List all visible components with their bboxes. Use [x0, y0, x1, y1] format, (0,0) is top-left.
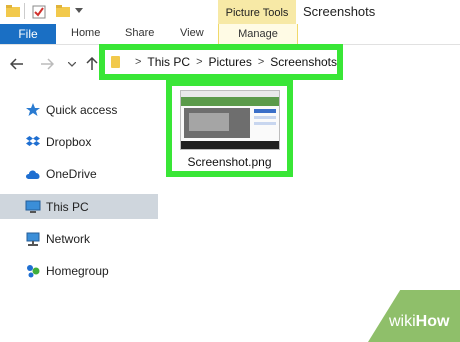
file-thumbnail — [179, 90, 280, 150]
homegroup-icon — [25, 263, 41, 279]
tab-home[interactable]: Home — [71, 27, 100, 39]
file-name: Screenshot.png — [187, 155, 272, 169]
sidebar-item-label: Dropbox — [46, 134, 92, 149]
customize-dropdown-icon[interactable] — [75, 8, 83, 14]
network-icon — [25, 231, 41, 247]
star-icon — [25, 102, 41, 118]
sidebar-item-quick-access[interactable]: Quick access — [0, 97, 158, 122]
tab-file[interactable]: File — [0, 24, 56, 44]
sidebar-item-label: Network — [46, 231, 91, 246]
chevron-right-icon[interactable]: > — [135, 56, 141, 68]
dropbox-icon — [25, 134, 41, 150]
tab-manage[interactable]: Manage — [218, 24, 298, 44]
sidebar-item-dropbox[interactable]: Dropbox — [0, 129, 158, 154]
folder-icon — [111, 56, 120, 68]
sidebar-item-label: This PC — [46, 199, 89, 214]
sidebar-item-label: Quick access — [46, 102, 118, 117]
watermark-text: wikiHow — [389, 313, 450, 330]
sidebar-item-label: Homegroup — [46, 263, 109, 278]
sidebar-item-network[interactable]: Network — [0, 226, 158, 251]
sidebar-item-this-pc[interactable]: This PC — [0, 194, 158, 219]
window-title: Screenshots — [303, 4, 376, 19]
address-bar-highlight: > This PC > Pictures > Screenshots — [99, 44, 343, 80]
folder-icon[interactable] — [6, 5, 20, 17]
chevron-right-icon[interactable]: > — [196, 56, 202, 68]
chevron-right-icon[interactable]: > — [258, 56, 264, 68]
new-folder-icon[interactable] — [56, 5, 70, 17]
title-bar: Picture Tools Screenshots — [0, 0, 460, 25]
up-arrow-icon[interactable] — [86, 57, 98, 71]
forward-arrow-icon[interactable] — [40, 58, 54, 70]
navigation-pane: Quick access Dropbox OneDrive This PC Ne… — [0, 95, 158, 342]
file-item[interactable]: Screenshot.png — [172, 86, 287, 171]
divider — [24, 3, 25, 19]
properties-icon[interactable] — [32, 5, 46, 19]
cloud-icon — [25, 166, 41, 182]
sidebar-item-onedrive[interactable]: OneDrive — [0, 161, 158, 186]
back-arrow-icon[interactable] — [10, 58, 24, 70]
picture-tools-context-tab: Picture Tools — [218, 0, 296, 25]
recent-locations-icon[interactable] — [68, 62, 76, 68]
computer-icon — [25, 199, 41, 215]
breadcrumb-pictures[interactable]: Pictures — [209, 55, 252, 69]
tab-share[interactable]: Share — [125, 27, 154, 39]
address-bar[interactable]: > This PC > Pictures > Screenshots — [105, 50, 337, 74]
breadcrumb-screenshots[interactable]: Screenshots — [270, 55, 337, 69]
tab-view[interactable]: View — [180, 27, 204, 39]
sidebar-item-label: OneDrive — [46, 166, 97, 181]
breadcrumb-this-pc[interactable]: This PC — [147, 55, 190, 69]
sidebar-item-homegroup[interactable]: Homegroup — [0, 258, 158, 283]
file-highlight: Screenshot.png — [166, 80, 293, 177]
